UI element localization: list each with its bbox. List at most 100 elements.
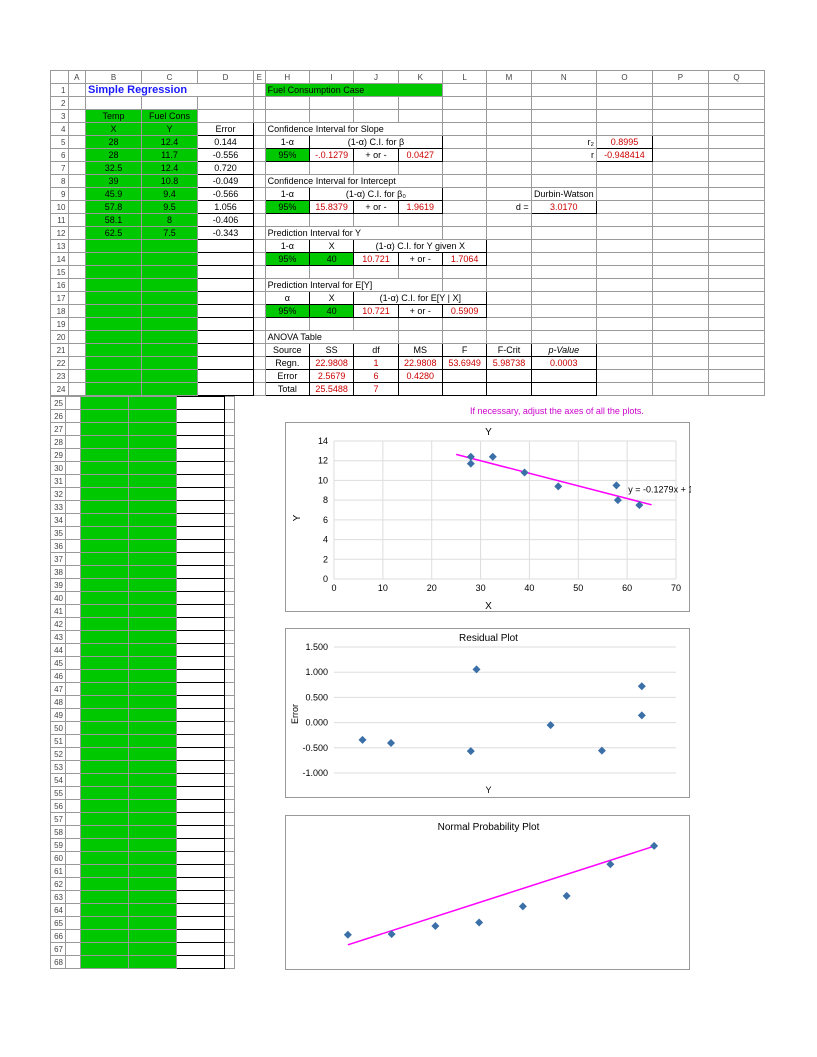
anova-2-1: 25.5488 [309,383,353,396]
r2-value: 0.8995 [596,136,652,149]
anova-label: ANOVA Table [265,331,398,344]
case-title: Fuel Consumption Case [265,84,442,97]
pi-y-lo: 10.721 [354,253,398,266]
data-y-5: 9.5 [142,201,198,214]
col-L: L [442,71,486,84]
col-D: D [198,71,254,84]
ci-slope-conf: 95% [265,149,309,162]
dw-label1: Durbin-Watson [531,188,596,201]
ci-slope-h2: (1-α) C.I. for β [309,136,442,149]
anova-1-0: Error [265,370,309,383]
pi-ey-h3: (1-α) C.I. for E[Y | X] [354,292,487,305]
anova-2-2: 7 [354,383,398,396]
data-y-3: 10.8 [142,175,198,188]
data-x-7: 62.5 [86,227,142,240]
data-e-5: 1.056 [198,201,254,214]
svg-text:0.000: 0.000 [305,718,328,728]
svg-text:10: 10 [378,583,388,593]
col-O: O [596,71,652,84]
svg-text:20: 20 [427,583,437,593]
svg-text:Y: Y [292,514,303,521]
r2-label: r₂ [531,136,596,149]
ci-int-mid: + or - [354,201,398,214]
svg-text:Normal Probability Plot: Normal Probability Plot [438,822,540,833]
col-C: C [142,71,198,84]
spreadsheet-grid: A B C D E H I J K L M N O P Q 1 Simple R… [50,70,765,396]
pi-y-h3: (1-α) C.I. for Y given X [354,240,487,253]
col-M: M [487,71,531,84]
svg-text:1.500: 1.500 [305,642,328,652]
pi-y-label: Prediction Interval for Y [265,227,442,240]
data-e-0: 0.144 [198,136,254,149]
r-label: r [531,149,596,162]
ci-slope-hi: 0.0427 [398,149,442,162]
ci-int-h2: (1-α) C.I. for β₀ [309,188,442,201]
col-K: K [398,71,442,84]
pi-ey-conf: 95% [265,305,309,318]
svg-text:40: 40 [524,583,534,593]
anova-0-4: 53.6949 [442,357,486,370]
col-N: N [531,71,596,84]
pi-ey-lo: 10.721 [354,305,398,318]
data-x-4: 45.9 [86,188,142,201]
hdr-y: Y [142,123,198,136]
data-x-2: 32.5 [86,162,142,175]
svg-text:8: 8 [323,495,328,505]
data-e-4: -0.566 [198,188,254,201]
data-y-7: 7.5 [142,227,198,240]
ci-slope-mid: + or - [354,149,398,162]
data-e-1: -0.556 [198,149,254,162]
anova-2-0: Total [265,383,309,396]
svg-text:X: X [485,601,492,612]
col-E: E [254,71,266,84]
col-P: P [652,71,708,84]
hdr-error: Error [198,123,254,136]
anova-h-5: F-Crit [487,344,531,357]
hdr-fuel: Fuel Cons [142,110,198,123]
svg-text:Y: Y [485,785,491,795]
svg-text:60: 60 [622,583,632,593]
svg-text:-0.500: -0.500 [302,743,328,753]
svg-text:30: 30 [476,583,486,593]
svg-text:0: 0 [331,583,336,593]
anova-h-4: F [442,344,486,357]
ci-slope-h1: 1-α [265,136,309,149]
anova-h-2: df [354,344,398,357]
data-y-4: 9.4 [142,188,198,201]
anova-0-2: 1 [354,357,398,370]
anova-1-2: 6 [354,370,398,383]
svg-text:Y: Y [485,427,492,438]
svg-text:0.500: 0.500 [305,692,328,702]
svg-text:-1.000: -1.000 [302,768,328,778]
col-J: J [354,71,398,84]
ci-int-conf: 95% [265,201,309,214]
ci-int-hi: 1.9619 [398,201,442,214]
data-x-6: 58.1 [86,214,142,227]
anova-0-6: 0.0003 [531,357,596,370]
data-y-6: 8 [142,214,198,227]
anova-0-1: 22.9808 [309,357,353,370]
anova-h-0: Source [265,344,309,357]
ci-int-h1: 1-α [265,188,309,201]
svg-text:2: 2 [323,554,328,564]
pi-y-conf: 95% [265,253,309,266]
svg-text:1.000: 1.000 [305,667,328,677]
pi-ey-h2: X [309,292,353,305]
col-B: B [86,71,142,84]
scatter-plot-y: 02468101214010203040506070YXYy = -0.1279… [285,422,690,612]
col-H: H [265,71,309,84]
pi-ey-label: Prediction Interval for E[Y] [265,279,442,292]
svg-text:6: 6 [323,515,328,525]
svg-text:y = -0.1279x + 15.8379: y = -0.1279x + 15.8379 [628,484,691,494]
pi-y-mid: + or - [398,253,442,266]
svg-text:4: 4 [323,535,328,545]
pi-y-hi: 1.7064 [442,253,486,266]
ci-slope-lo: -.0.1279 [309,149,353,162]
pi-ey-x: 40 [309,305,353,318]
anova-h-3: MS [398,344,442,357]
svg-text:50: 50 [573,583,583,593]
normal-prob-plot: Normal Probability Plot [285,815,690,970]
hdr-x: X [86,123,142,136]
col-Q: Q [708,71,764,84]
ci-int-lo: 15.8379 [309,201,353,214]
